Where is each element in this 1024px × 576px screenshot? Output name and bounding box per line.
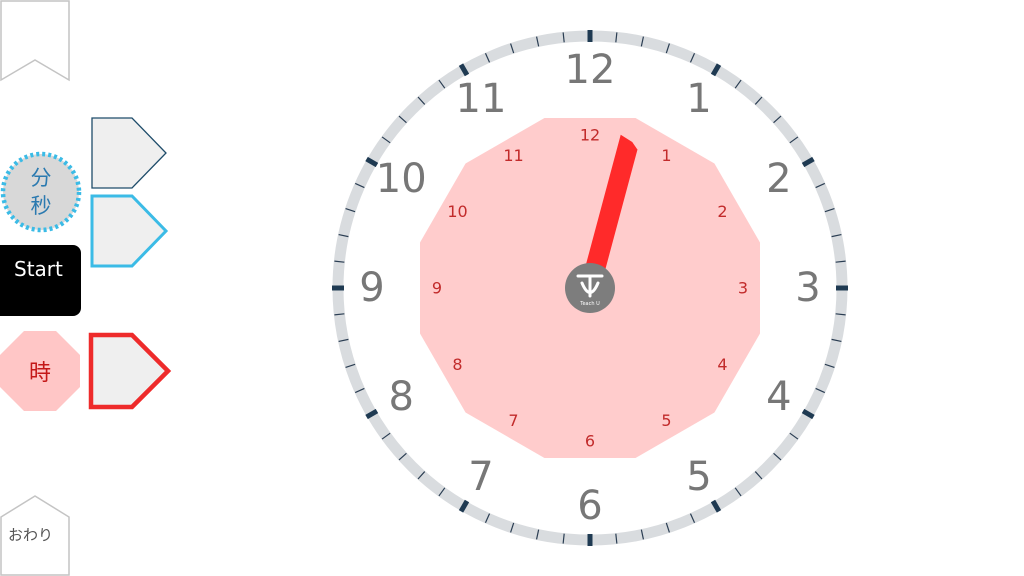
inner-hour-number: 4 [717, 355, 727, 374]
outer-hour-number: 2 [766, 156, 791, 202]
outer-hour-number: 12 [565, 47, 616, 93]
outer-hour-number: 6 [577, 483, 602, 529]
outer-hour-number: 9 [359, 265, 384, 311]
outer-hour-number: 3 [795, 265, 820, 311]
inner-hour-number: 12 [580, 126, 600, 145]
analog-clock: 121234567891011 121234567891011 Teach U [332, 30, 848, 546]
inner-hour-number: 7 [508, 411, 518, 430]
inner-hour-number: 11 [503, 146, 523, 165]
inner-hour-number: 2 [717, 202, 727, 221]
outer-hour-number: 10 [376, 156, 427, 202]
outer-hour-number: 4 [766, 374, 791, 420]
outer-hour-number: 1 [686, 76, 711, 122]
outer-hour-number: 5 [686, 454, 711, 500]
inner-hour-number: 10 [447, 202, 467, 221]
outer-hour-number: 11 [456, 76, 507, 122]
center-hub-logo: Teach U [565, 263, 615, 313]
inner-hour-number: 5 [661, 411, 671, 430]
inner-hour-number: 3 [738, 279, 748, 298]
inner-hour-number: 8 [452, 355, 462, 374]
outer-hour-number: 8 [388, 374, 413, 420]
hub-logo-text: Teach U [579, 301, 600, 307]
inner-hour-number: 6 [585, 432, 595, 451]
outer-hour-number: 7 [468, 454, 493, 500]
inner-hour-number: 1 [661, 146, 671, 165]
inner-hour-number: 9 [432, 279, 442, 298]
